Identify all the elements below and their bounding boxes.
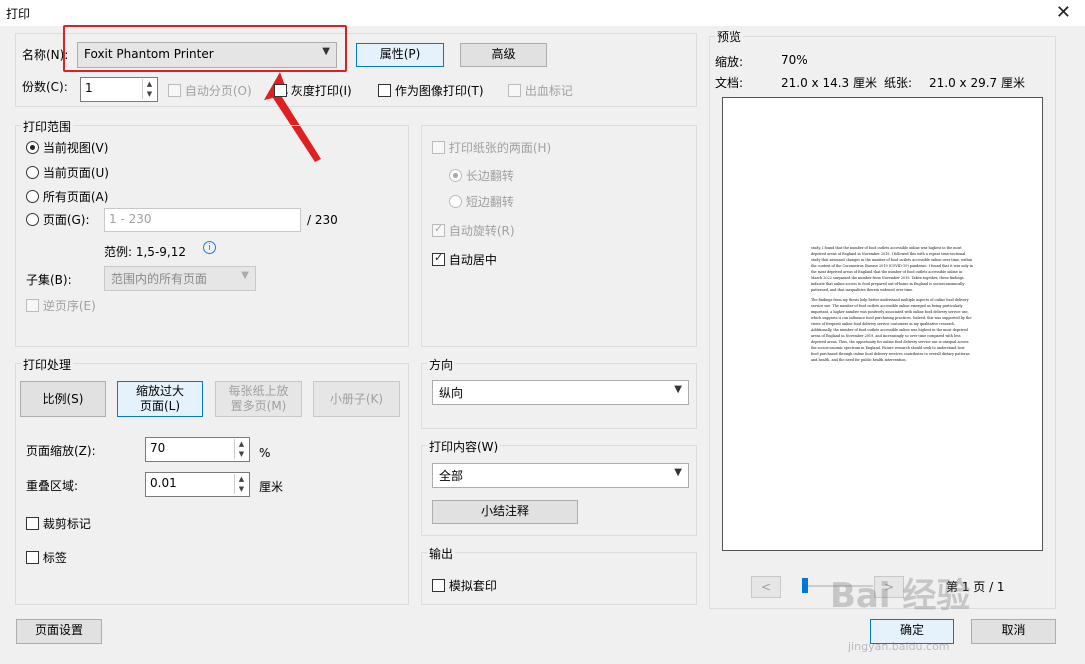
fit-oversized-button[interactable]: 缩放过大 页面(L) <box>117 381 203 417</box>
copies-input[interactable]: 1 ▲ ▼ <box>80 77 158 102</box>
preview-zoom-label: 缩放: <box>715 55 744 69</box>
page-zoom-unit: % <box>259 446 271 460</box>
doc-size-label: 文档: <box>715 76 744 90</box>
simulate-overprint-checkbox[interactable]: 模拟套印 <box>432 577 497 594</box>
subset-select[interactable]: 范围内的所有页面 ▼ <box>104 266 256 291</box>
range-example: 范例: 1,5-9,12 <box>104 245 186 259</box>
print-handling-label: 打印处理 <box>21 356 74 373</box>
page-zoom-input[interactable]: 70 ▲ ▼ <box>145 437 250 462</box>
paper-size-value: 21.0 x 29.7 厘米 <box>929 76 1025 90</box>
page-zoom-label: 页面缩放(Z): <box>26 444 96 458</box>
orientation-select[interactable]: 纵向 ▼ <box>432 380 689 405</box>
advanced-button[interactable]: 高级 <box>460 43 547 67</box>
radio-long-edge[interactable]: 长边翻转 <box>449 167 514 184</box>
info-icon[interactable]: i <box>203 241 216 254</box>
scale-button[interactable]: 比例(S) <box>20 381 106 417</box>
preview-label: 预览 <box>715 28 744 45</box>
properties-button[interactable]: 属性(P) <box>356 43 444 67</box>
collate-checkbox[interactable]: 自动分页(O) <box>168 82 252 99</box>
doc-size-value: 21.0 x 14.3 厘米 <box>781 76 877 90</box>
labels-checkbox[interactable]: 标签 <box>26 549 67 566</box>
preview-slider-handle[interactable] <box>802 578 808 593</box>
multiple-pages-button[interactable]: 每张纸上放 置多页(M) <box>215 381 302 417</box>
watermark-url: jingyan.baidu.com <box>848 640 950 653</box>
chevron-down-icon: ▼ <box>674 467 682 478</box>
radio-all-pages[interactable]: 所有页面(A) <box>26 188 108 205</box>
auto-center-checkbox[interactable]: 自动居中 <box>432 251 497 268</box>
radio-current-view[interactable]: 当前视图(V) <box>26 139 108 156</box>
spinner-icon[interactable]: ▲ ▼ <box>234 439 248 459</box>
print-range-label: 打印范围 <box>21 118 74 135</box>
radio-pages[interactable]: 页面(G): <box>26 211 90 228</box>
radio-current-page[interactable]: 当前页面(U) <box>26 164 109 181</box>
bleed-marks-checkbox[interactable]: 出血标记 <box>508 82 573 99</box>
pages-total: / 230 <box>307 213 338 227</box>
overlap-unit: 厘米 <box>259 480 284 494</box>
crop-marks-checkbox[interactable]: 裁剪标记 <box>26 515 91 532</box>
radio-short-edge[interactable]: 短边翻转 <box>449 193 514 210</box>
watermark-text: Bai 经验 <box>830 576 971 616</box>
preview-zoom-value: 70% <box>781 53 808 67</box>
chevron-down-icon: ▼ <box>674 384 682 395</box>
print-content-label: 打印内容(W) <box>427 438 501 455</box>
preview-prev-button[interactable]: < <box>751 576 781 598</box>
subset-label: 子集(B): <box>26 273 72 287</box>
preview-page-content: study, I found that the number of food o… <box>811 245 973 405</box>
booklet-button[interactable]: 小册子(K) <box>313 381 400 417</box>
both-sides-checkbox[interactable]: 打印纸张的两面(H) <box>432 139 551 156</box>
page-setup-button[interactable]: 页面设置 <box>16 619 102 644</box>
orientation-label: 方向 <box>427 356 456 373</box>
spinner-icon[interactable]: ▲ ▼ <box>142 79 156 99</box>
copies-value: 1 <box>85 81 93 95</box>
cancel-button[interactable]: 取消 <box>971 619 1056 644</box>
title-bar: 打印 ✕ <box>0 0 1085 26</box>
reverse-pages-checkbox[interactable]: 逆页序(E) <box>26 297 96 314</box>
close-icon[interactable]: ✕ <box>1056 2 1071 23</box>
overlap-input[interactable]: 0.01 ▲ ▼ <box>145 472 250 497</box>
print-as-image-checkbox[interactable]: 作为图像打印(T) <box>378 82 484 99</box>
print-content-select[interactable]: 全部 ▼ <box>432 463 689 488</box>
preview-page: study, I found that the number of food o… <box>722 97 1043 551</box>
chevron-down-icon: ▼ <box>241 270 249 281</box>
window-title: 打印 <box>6 7 31 21</box>
copies-label: 份数(C): <box>22 80 68 94</box>
preview-paragraph-1: study, I found that the number of food o… <box>811 246 973 292</box>
printer-name-label: 名称(N): <box>22 48 69 62</box>
summarize-comments-button[interactable]: 小结注释 <box>432 500 578 524</box>
auto-rotate-checkbox[interactable]: 自动旋转(R) <box>432 222 515 239</box>
output-label: 输出 <box>427 545 456 562</box>
highlight-box <box>63 25 347 72</box>
paper-size-label: 纸张: <box>884 76 913 90</box>
spinner-icon[interactable]: ▲ ▼ <box>234 474 248 494</box>
overlap-label: 重叠区域: <box>26 479 79 493</box>
grayscale-checkbox[interactable]: 灰度打印(I) <box>274 82 352 99</box>
pages-range-input[interactable]: 1 - 230 <box>104 208 301 232</box>
preview-paragraph-2: The findings from my thesis help better … <box>811 298 972 362</box>
